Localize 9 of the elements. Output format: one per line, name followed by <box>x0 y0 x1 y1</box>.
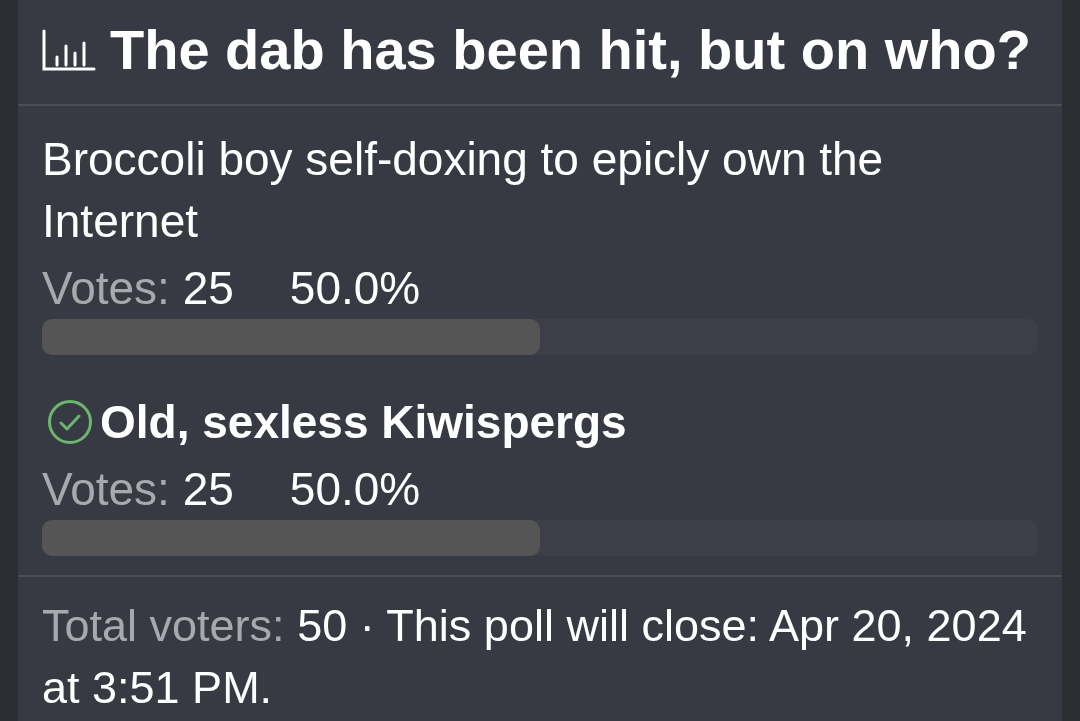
votes-count: Votes: 25 <box>42 261 234 315</box>
votes-count: Votes: 25 <box>42 462 234 516</box>
poll-title: The dab has been hit, but on who? <box>110 18 1031 82</box>
option-label: Broccoli boy self-doxing to epicly own the Internet <box>42 132 885 249</box>
vote-percent: 50.0% <box>289 261 421 315</box>
poll-summary-text: Total voters: 50 · This poll will close: Apr 20, 2024 at 3:51 PM. <box>42 599 1028 715</box>
vote-percent: 50.0% <box>289 462 421 516</box>
bar-chart-icon <box>42 29 96 71</box>
option-label: Old, sexless Kiwispergs <box>100 395 627 450</box>
